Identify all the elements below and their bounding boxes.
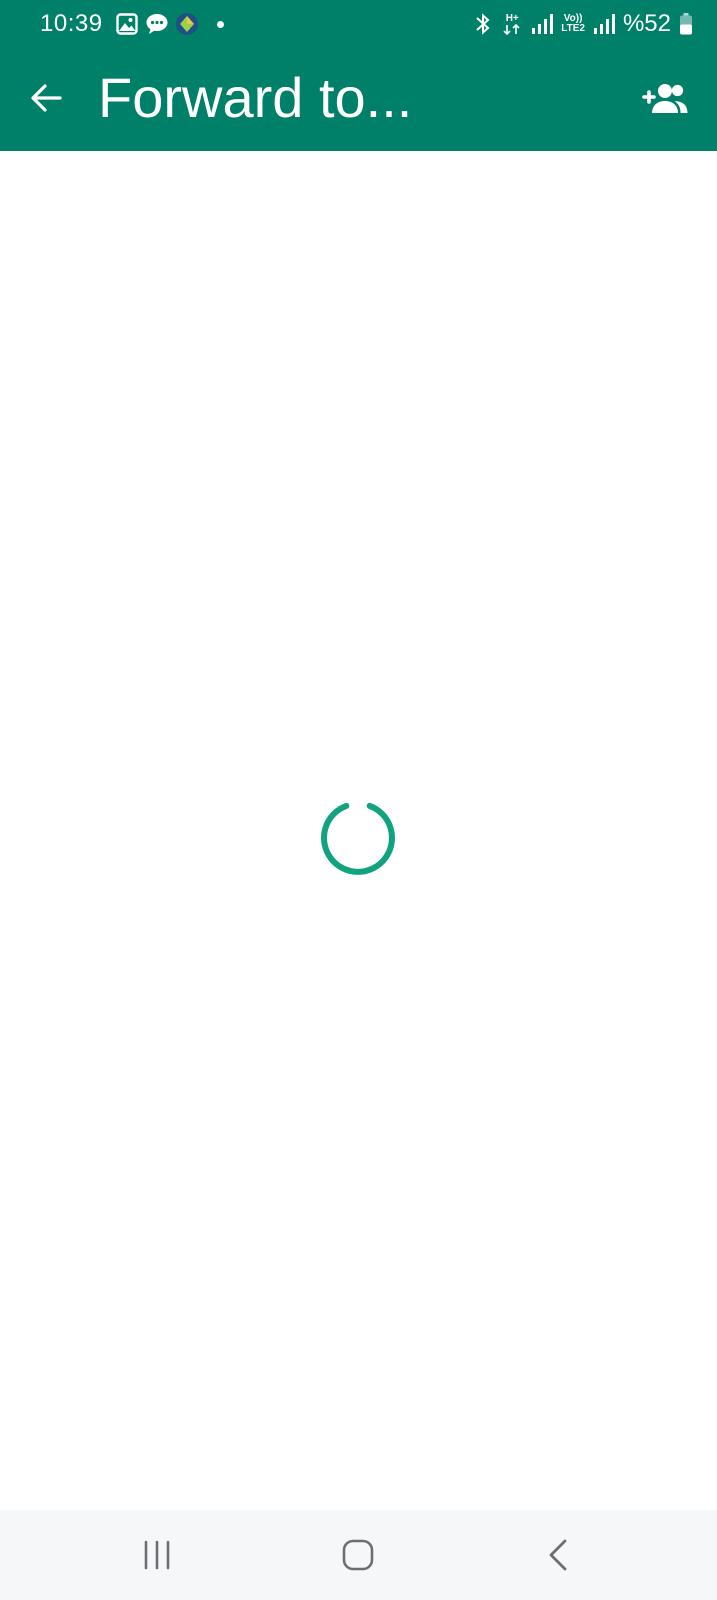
arrow-left-icon	[31, 84, 62, 112]
volte-bottom: LTE2	[561, 23, 585, 34]
status-time: 10:39	[40, 10, 103, 37]
signal-icon	[531, 13, 554, 35]
status-bar: 10:39 H+ Vo)) LTE2 %52	[0, 0, 717, 48]
status-left: 10:39	[40, 8, 224, 40]
network-type-label: H+	[505, 12, 519, 24]
page-title: Forward to...	[98, 66, 413, 129]
new-contact-button[interactable]	[639, 72, 691, 124]
back-button[interactable]	[22, 74, 70, 122]
battery-text: %52	[622, 10, 671, 37]
system-nav-bar	[0, 1510, 717, 1600]
bluetooth-icon	[473, 12, 493, 36]
content-area	[0, 151, 717, 1510]
recent-apps-icon	[144, 1540, 170, 1570]
data-arrows-icon	[503, 23, 520, 35]
network-type: H+	[501, 12, 523, 35]
message-bubble-icon	[145, 12, 169, 36]
add-group-icon	[642, 84, 688, 113]
signal-icon-2	[593, 13, 615, 35]
system-back-button[interactable]	[528, 1528, 588, 1582]
app-bar: Forward to...	[0, 48, 717, 151]
screen: 10:39 H+ Vo)) LTE2 %52 Forward to...	[0, 0, 717, 1600]
home-button[interactable]	[328, 1528, 388, 1582]
status-right: H+ Vo)) LTE2 %52	[473, 8, 693, 40]
gallery-icon	[115, 12, 139, 36]
volte-indicator: Vo)) LTE2	[561, 14, 585, 34]
recent-apps-button[interactable]	[127, 1528, 187, 1582]
more-notifications-dot	[216, 20, 224, 28]
app-badge-icon	[175, 12, 199, 36]
loading-spinner-icon	[321, 802, 395, 875]
battery-icon	[679, 12, 693, 36]
home-icon	[342, 1539, 374, 1571]
back-icon	[549, 1539, 567, 1571]
